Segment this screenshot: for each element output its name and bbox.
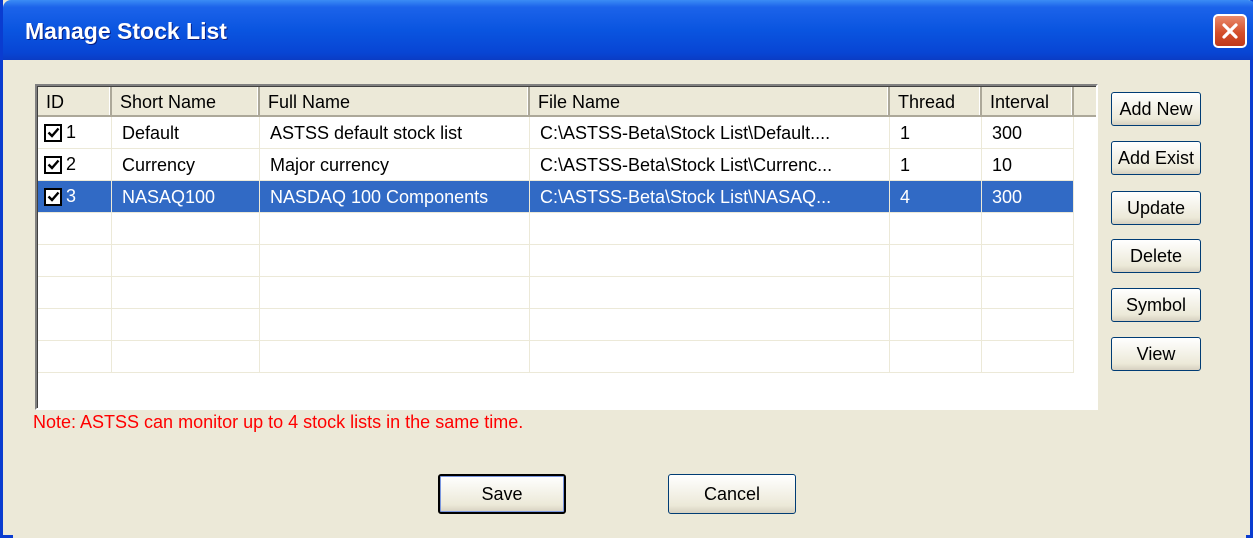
table-row[interactable]: 2 Currency Major currency C:\ASTSS-Beta\Sto…: [38, 149, 1074, 181]
checkmark-icon: [47, 159, 59, 170]
row-id-cell: 2: [38, 149, 112, 180]
checkmark-icon: [47, 127, 59, 138]
empty-cell: [982, 341, 1074, 372]
row-id: 3: [66, 186, 77, 206]
cell-short-name: NASAQ100: [112, 181, 260, 212]
checkbox[interactable]: [44, 123, 62, 142]
delete-button[interactable]: Delete: [1111, 239, 1201, 273]
empty-cell: [890, 309, 982, 340]
empty-cell: [38, 277, 112, 308]
row-id-cell: 1: [38, 117, 112, 148]
column-header[interactable]: Thread: [890, 87, 982, 117]
empty-row: [38, 341, 1074, 373]
manage-stock-list-dialog: Manage Stock List ID Short Name Full Name F…: [0, 0, 1253, 538]
empty-cell: [38, 341, 112, 372]
monitor-limit-note: Note: ASTSS can monitor up to 4 stock li…: [33, 412, 524, 432]
empty-cell: [112, 213, 260, 244]
cell-file-name: C:\ASTSS-Beta\Stock List\Default....: [530, 117, 890, 148]
column-header[interactable]: Short Name: [112, 87, 260, 117]
view-button[interactable]: View: [1111, 337, 1201, 371]
empty-cell: [38, 309, 112, 340]
empty-cell: [260, 309, 530, 340]
column-header[interactable]: Interval: [982, 87, 1074, 117]
row-id: 1: [66, 122, 77, 142]
row-id-cell: 3: [38, 181, 112, 212]
cell-interval: 300: [982, 181, 1074, 212]
empty-cell: [260, 213, 530, 244]
title-bar[interactable]: Manage Stock List: [3, 0, 1253, 60]
add-exist-button[interactable]: Add Exist: [1111, 141, 1201, 175]
empty-cell: [890, 341, 982, 372]
empty-cell: [530, 277, 890, 308]
list-body: 1 Default ASTSS default stock list C:\ASTSS…: [38, 117, 1074, 373]
window-title: Manage Stock List: [25, 18, 227, 44]
empty-cell: [890, 213, 982, 244]
empty-cell: [260, 277, 530, 308]
empty-row: [38, 213, 1074, 245]
update-button[interactable]: Update: [1111, 191, 1201, 225]
cell-full-name: Major currency: [260, 149, 530, 180]
column-header-filler: [1074, 87, 1096, 117]
table-row[interactable]: 1 Default ASTSS default stock list C:\ASTSS…: [38, 117, 1074, 149]
cell-thread: 1: [890, 117, 982, 148]
cancel-button[interactable]: Cancel: [668, 474, 796, 514]
empty-cell: [112, 309, 260, 340]
add-new-button[interactable]: Add New: [1111, 92, 1201, 126]
close-icon: [1222, 23, 1238, 39]
column-header[interactable]: ID: [38, 87, 112, 117]
empty-cell: [38, 245, 112, 276]
dialog-body: ID Short Name Full Name File Name Thread Inte…: [13, 60, 1246, 538]
save-button[interactable]: Save: [438, 474, 566, 514]
cell-full-name: ASTSS default stock list: [260, 117, 530, 148]
empty-cell: [982, 245, 1074, 276]
empty-cell: [530, 341, 890, 372]
checkmark-icon: [47, 191, 59, 202]
empty-cell: [38, 213, 112, 244]
column-header[interactable]: File Name: [530, 87, 890, 117]
empty-cell: [112, 341, 260, 372]
checkbox[interactable]: [44, 187, 62, 206]
empty-row: [38, 277, 1074, 309]
empty-cell: [982, 213, 1074, 244]
empty-cell: [530, 213, 890, 244]
cell-short-name: Default: [112, 117, 260, 148]
empty-cell: [112, 277, 260, 308]
empty-cell: [982, 277, 1074, 308]
row-id: 2: [66, 154, 77, 174]
cell-interval: 10: [982, 149, 1074, 180]
empty-cell: [260, 245, 530, 276]
empty-row: [38, 245, 1074, 277]
table-row[interactable]: 3 NASAQ100 NASDAQ 100 Components C:\ASTSS-B…: [38, 181, 1074, 213]
checkbox[interactable]: [44, 155, 62, 174]
cell-file-name: C:\ASTSS-Beta\Stock List\NASAQ...: [530, 181, 890, 212]
empty-cell: [890, 245, 982, 276]
empty-cell: [530, 245, 890, 276]
empty-cell: [982, 309, 1074, 340]
empty-cell: [112, 245, 260, 276]
empty-row: [38, 309, 1074, 341]
cell-file-name: C:\ASTSS-Beta\Stock List\Currenc...: [530, 149, 890, 180]
cell-thread: 1: [890, 149, 982, 180]
empty-cell: [890, 277, 982, 308]
column-header[interactable]: Full Name: [260, 87, 530, 117]
empty-cell: [530, 309, 890, 340]
cell-interval: 300: [982, 117, 1074, 148]
cell-short-name: Currency: [112, 149, 260, 180]
symbol-button[interactable]: Symbol: [1111, 288, 1201, 322]
close-button[interactable]: [1213, 14, 1247, 48]
stock-list-view[interactable]: ID Short Name Full Name File Name Thread Inte…: [35, 84, 1098, 410]
cell-full-name: NASDAQ 100 Components: [260, 181, 530, 212]
list-header: ID Short Name Full Name File Name Thread Inte…: [38, 87, 1096, 117]
cell-thread: 4: [890, 181, 982, 212]
empty-cell: [260, 341, 530, 372]
